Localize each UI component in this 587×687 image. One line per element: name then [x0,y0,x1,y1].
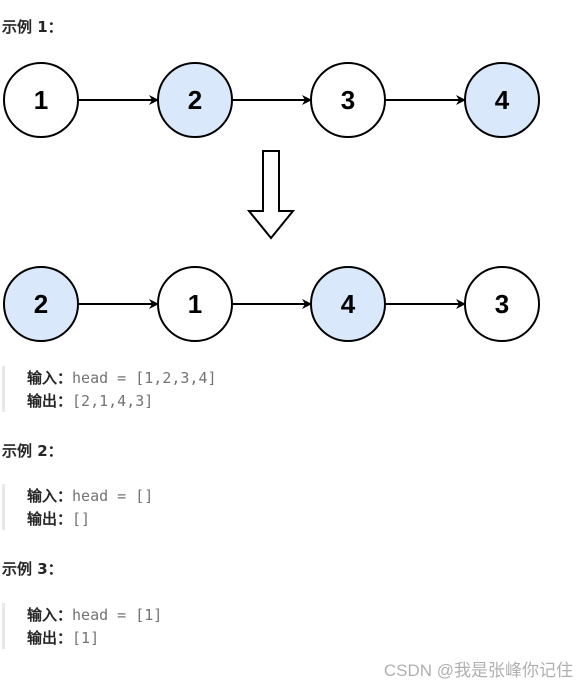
output-value: [2,1,4,3] [72,392,154,410]
example-3-block: 输入：head = [1] 输出：[1] [2,603,162,649]
example-3-title: 示例 3： [2,560,63,578]
example-2-title: 示例 2： [2,442,63,460]
input-value: head = [] [72,487,154,505]
list-node-value: 4 [341,289,356,319]
example-2-block: 输入：head = [] 输出：[] [2,484,153,530]
output-label: 输出： [27,392,73,410]
list-before: 1 2 3 4 [3,62,540,138]
list-node-value: 3 [495,289,509,319]
input-label: 输入： [27,606,73,624]
input-label: 输入： [27,369,73,387]
transform-arrow-icon [246,150,296,240]
input-value: head = [1] [72,606,163,624]
list-after: 2 1 4 3 [3,266,540,342]
list-node-value: 1 [188,289,202,319]
input-value: head = [1,2,3,4] [72,369,217,387]
output-value: [] [72,510,91,528]
watermark: CSDN @我是张峰你记住 [383,661,573,680]
output-value: [1] [72,629,100,647]
output-label: 输出： [27,510,73,528]
list-node-value: 1 [34,85,48,115]
list-node-value: 4 [495,85,510,115]
output-label: 输出： [27,629,73,647]
list-node-value: 2 [34,289,48,319]
input-label: 输入： [27,487,73,505]
list-node-value: 3 [341,85,355,115]
list-node-value: 2 [188,85,202,115]
example-1-title: 示例 1： [2,18,63,36]
example-1-block: 输入：head = [1,2,3,4] 输出：[2,1,4,3] [2,366,217,412]
linked-list-swap-diagram: 1 2 3 4 2 1 4 3 [3,62,540,342]
